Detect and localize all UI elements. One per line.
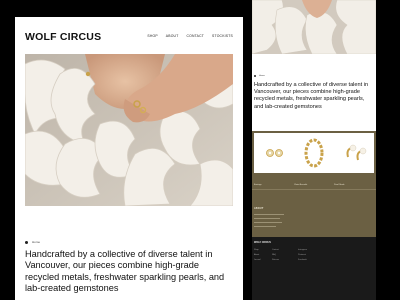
nav-link-contact[interactable]: Contact	[186, 34, 204, 38]
intro-tag-label: Home	[32, 240, 41, 244]
chain-bracelet-icon	[304, 138, 324, 168]
footer-link[interactable]: Shop	[254, 249, 261, 251]
brand-logo[interactable]: WOLF CIRCUS	[25, 31, 101, 43]
footer-link[interactable]: Contact	[272, 249, 279, 251]
product-card[interactable]	[334, 133, 374, 173]
footer-link[interactable]: Returns	[272, 259, 279, 261]
about-text-line	[254, 218, 280, 219]
footer-column: Contact FAQ Returns	[272, 249, 279, 261]
about-title: ABOUT	[254, 207, 264, 210]
footer-column: Shop About Journal	[254, 249, 261, 261]
intro-tag: Home	[254, 75, 265, 77]
footer-link[interactable]: Facebook	[298, 259, 307, 261]
product-name[interactable]: Earrings	[254, 184, 261, 186]
homepage-mockup-left: WOLF CIRCUS Shop About Contact Stockists	[15, 17, 243, 300]
pearl-studs-icon	[346, 144, 367, 161]
footer-column: Instagram Pinterest Facebook	[298, 249, 307, 261]
nav-link-shop[interactable]: Shop	[147, 34, 157, 38]
intro-text: Handcrafted by a collective of diverse t…	[254, 82, 369, 110]
about-text-line	[254, 222, 282, 223]
footer-link[interactable]: Pinterest	[298, 254, 307, 256]
about-text-line	[254, 226, 276, 227]
product-name[interactable]: Chain Bracelet	[294, 184, 307, 186]
hero-image	[25, 54, 233, 206]
intro-tag-label: Home	[259, 75, 265, 77]
intro-text: Handcrafted by a collective of diverse t…	[25, 249, 225, 294]
footer-brand[interactable]: WOLF CIRCUS	[254, 241, 271, 244]
earrings-icon	[266, 149, 283, 157]
product-grid: Earrings Chain Bracelet Pearl Studs	[252, 131, 376, 189]
product-name[interactable]: Pearl Studs	[334, 184, 344, 186]
nav-links: Shop About Contact Stockists	[147, 34, 233, 38]
about-section: ABOUT	[252, 189, 376, 237]
intro-tag: Home	[25, 240, 40, 244]
footer-link[interactable]: About	[254, 254, 261, 256]
about-text-line	[254, 214, 284, 215]
bullet-dot-icon	[25, 240, 28, 244]
bullet-dot-icon	[254, 75, 256, 77]
hero-photo-illustration	[252, 0, 376, 54]
hero-image-cropped	[252, 0, 376, 54]
site-footer: WOLF CIRCUS Shop About Journal Contact F…	[252, 237, 376, 300]
homepage-mockup-right: Home Handcrafted by a collective of dive…	[252, 0, 376, 300]
footer-link[interactable]: FAQ	[272, 254, 279, 256]
nav-link-stockists[interactable]: Stockists	[212, 34, 233, 38]
footer-link[interactable]: Instagram	[298, 249, 307, 251]
hero-photo-illustration	[25, 54, 233, 206]
product-card[interactable]	[294, 133, 334, 173]
nav-link-about[interactable]: About	[166, 34, 179, 38]
top-nav: WOLF CIRCUS Shop About Contact Stockists	[25, 31, 233, 45]
footer-link[interactable]: Journal	[254, 259, 261, 261]
product-card[interactable]	[254, 133, 294, 173]
